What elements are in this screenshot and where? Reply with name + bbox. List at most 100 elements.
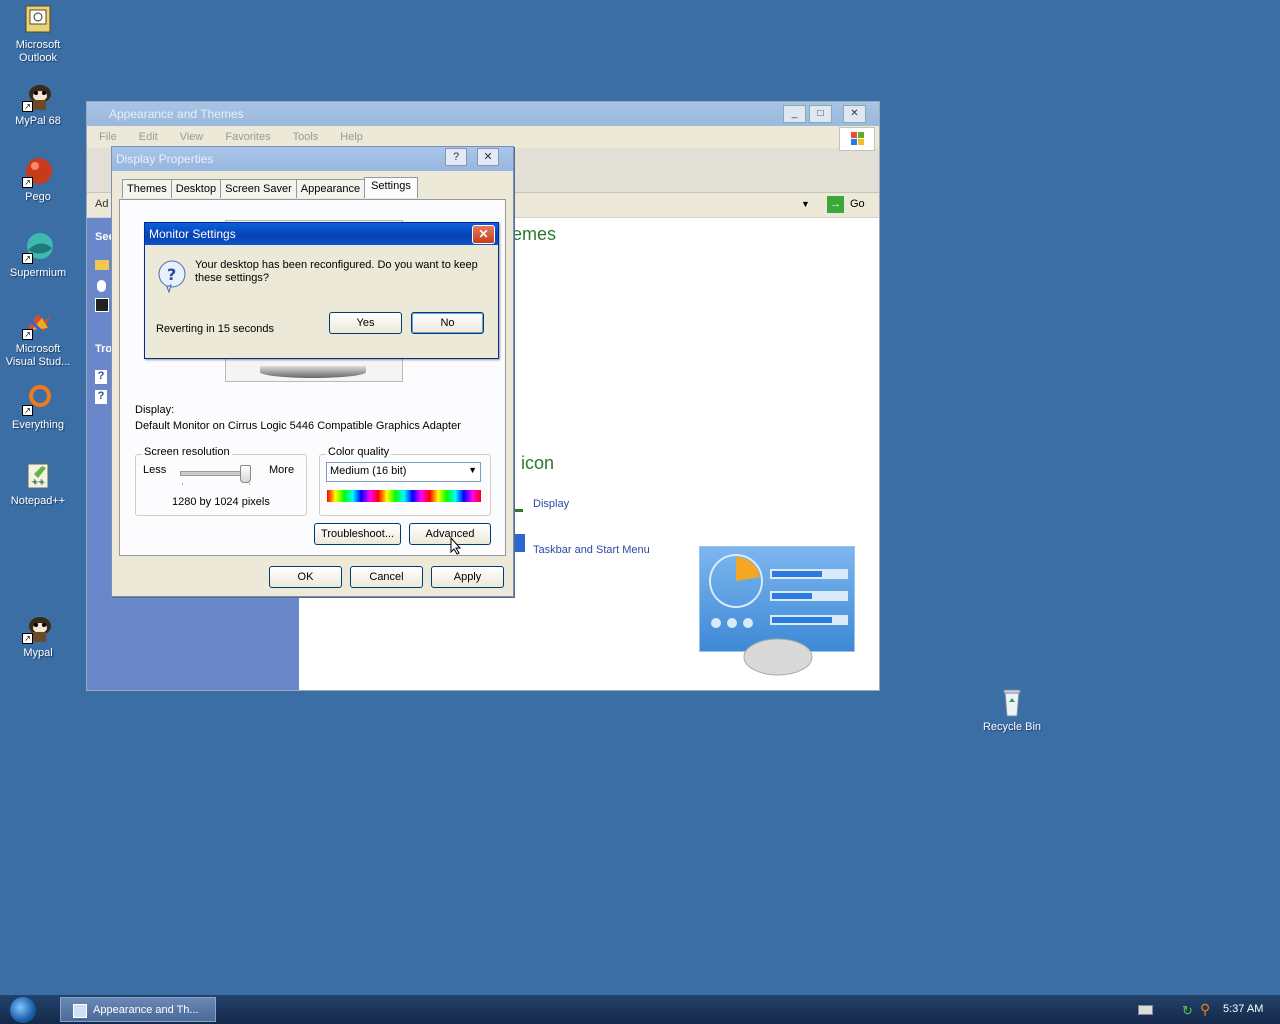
window-title: Appearance and Themes xyxy=(109,107,244,121)
go-arrow-icon[interactable]: → xyxy=(827,196,844,213)
notepadpp-icon: ++ xyxy=(22,460,54,492)
color-quality-label: Color quality xyxy=(326,446,392,458)
go-button[interactable]: Go xyxy=(850,198,865,210)
menu-file[interactable]: File xyxy=(99,131,117,143)
desktop-icon-mypal[interactable]: ↗ Mypal xyxy=(0,612,76,660)
themes-heading: emes xyxy=(512,224,557,244)
desktop-icon-label: Recycle Bin xyxy=(982,721,1042,733)
yes-button[interactable]: Yes xyxy=(329,312,402,334)
icon-heading: icon xyxy=(521,453,555,473)
desktop-icon-label: Mypal xyxy=(23,647,53,659)
menu-favorites[interactable]: Favorites xyxy=(225,131,270,143)
svg-text:++: ++ xyxy=(31,477,44,486)
close-button[interactable]: ✕ xyxy=(477,148,499,166)
desktop-icon-outlook[interactable]: Microsoft Outlook xyxy=(0,4,76,65)
taskbar: Appearance and Th... ↻ ⚲ 5:37 AM xyxy=(0,995,1280,1024)
mouse-pointer-icon xyxy=(450,536,462,558)
close-button[interactable]: ✕ xyxy=(843,105,866,123)
menu-tools[interactable]: Tools xyxy=(293,131,319,143)
windows-logo-icon xyxy=(839,127,875,151)
taskbar-start-menu-link[interactable]: Taskbar and Start Menu xyxy=(533,544,650,556)
network-icon[interactable]: ↻ xyxy=(1182,1003,1193,1019)
display-illustration xyxy=(699,546,855,676)
screen-resolution-label: Screen resolution xyxy=(142,446,232,458)
desktop-icon-label: Pego xyxy=(25,191,51,203)
resolution-slider-ticks xyxy=(182,483,250,485)
resolution-value: 1280 by 1024 pixels xyxy=(172,496,270,508)
troubleshoot-button[interactable]: Troubleshoot... xyxy=(314,523,401,545)
taskbar-button-appearance[interactable]: Appearance and Th... xyxy=(60,997,216,1022)
taskbar-link-icon xyxy=(513,534,525,552)
apply-button[interactable]: Apply xyxy=(431,566,504,588)
desktop-icon-supermium[interactable]: ↗ Supermium xyxy=(0,232,76,280)
cancel-button[interactable]: Cancel xyxy=(350,566,423,588)
desktop-icon-label: Supermium xyxy=(9,267,67,279)
menu-view[interactable]: View xyxy=(180,131,204,143)
desktop-icon-visual-studio[interactable]: ↗ Microsoft Visual Stud... xyxy=(0,308,76,369)
start-button[interactable] xyxy=(10,997,36,1023)
close-button[interactable]: ✕ xyxy=(472,225,495,244)
no-button[interactable]: No xyxy=(411,312,484,334)
svg-text:?: ? xyxy=(167,265,176,284)
visual-studio-icon: ↗ xyxy=(22,308,54,340)
taskbar-app-icon xyxy=(73,1004,87,1018)
desktop-icon-notepadpp[interactable]: ++ Notepad++ xyxy=(0,460,76,508)
dialog-titlebar[interactable]: Monitor Settings xyxy=(145,223,498,245)
resolution-slider-thumb[interactable] xyxy=(240,465,251,483)
maximize-button[interactable]: □ xyxy=(809,105,832,123)
pego-icon: ↗ xyxy=(22,156,54,188)
desktop-icon-recycle-bin[interactable]: Recycle Bin xyxy=(974,686,1050,734)
folder-icon xyxy=(95,260,109,270)
menu-edit[interactable]: Edit xyxy=(139,131,158,143)
address-dropdown-icon[interactable]: ▼ xyxy=(801,199,810,209)
menu-help[interactable]: Help xyxy=(340,131,363,143)
revert-countdown: Reverting in 15 seconds xyxy=(156,323,275,335)
clock[interactable]: 5:37 AM xyxy=(1223,1003,1263,1015)
minimize-button[interactable]: _ xyxy=(783,105,806,123)
display-link-icon xyxy=(513,499,523,512)
mypal-icon: ↗ xyxy=(22,80,54,112)
menu-bar: File Edit View Favorites Tools Help xyxy=(87,126,879,148)
taskbar-button-label: Appearance and Th... xyxy=(93,1004,199,1016)
tab-themes[interactable]: Themes xyxy=(122,179,172,198)
resolution-less-label: Less xyxy=(143,464,167,476)
ok-button[interactable]: OK xyxy=(269,566,342,588)
desktop-icon-label: Microsoft Outlook xyxy=(15,39,61,64)
everything-icon: ↗ xyxy=(22,384,54,416)
sidebar-tro-label: Tro xyxy=(95,343,113,355)
tab-strip: Themes Desktop Screen Saver Appearance S… xyxy=(122,177,418,198)
help-button[interactable]: ? xyxy=(445,148,467,166)
help-icon: ? xyxy=(95,390,107,404)
color-spectrum-bar xyxy=(327,490,481,502)
keyboard-icon[interactable] xyxy=(1138,1005,1153,1015)
question-icon: ? xyxy=(157,259,187,296)
chevron-down-icon[interactable]: ▼ xyxy=(468,465,477,475)
dialog-title: Monitor Settings xyxy=(149,227,236,241)
desktop-icon-everything[interactable]: ↗ Everything xyxy=(0,384,76,432)
address-label: Ad xyxy=(95,198,109,210)
supermium-icon: ↗ xyxy=(22,232,54,264)
display-label: Display: xyxy=(135,404,175,416)
mouse-icon xyxy=(97,280,106,292)
tab-desktop[interactable]: Desktop xyxy=(170,179,222,198)
tab-appearance[interactable]: Appearance xyxy=(295,179,366,198)
display-link[interactable]: Display xyxy=(533,498,569,510)
color-quality-value: Medium (16 bit) xyxy=(330,465,407,477)
desktop-icon-label: MyPal 68 xyxy=(15,115,61,127)
window-titlebar[interactable]: Appearance and Themes xyxy=(87,102,879,126)
color-quality-select[interactable]: Medium (16 bit) ▼ xyxy=(326,462,481,482)
desktop-icon-label: Everything xyxy=(12,419,64,431)
tab-screen-saver[interactable]: Screen Saver xyxy=(220,179,297,198)
desktop-icon-label: Microsoft Visual Stud... xyxy=(5,343,71,368)
monitor-stand xyxy=(260,366,366,378)
desktop-icon-pego[interactable]: ↗ Pego xyxy=(0,156,76,204)
resolution-more-label: More xyxy=(269,464,295,476)
mypal-icon: ↗ xyxy=(22,612,54,644)
outlook-icon xyxy=(22,4,54,36)
desktop-icon-mypal68[interactable]: ↗ MyPal 68 xyxy=(0,80,76,128)
display-adapter-value: Default Monitor on Cirrus Logic 5446 Com… xyxy=(135,420,461,432)
desktop-icon-label: Notepad++ xyxy=(10,495,66,507)
dialog-title: Display Properties xyxy=(116,152,214,166)
search-icon[interactable]: ⚲ xyxy=(1200,1001,1210,1018)
tab-settings[interactable]: Settings xyxy=(364,177,418,198)
